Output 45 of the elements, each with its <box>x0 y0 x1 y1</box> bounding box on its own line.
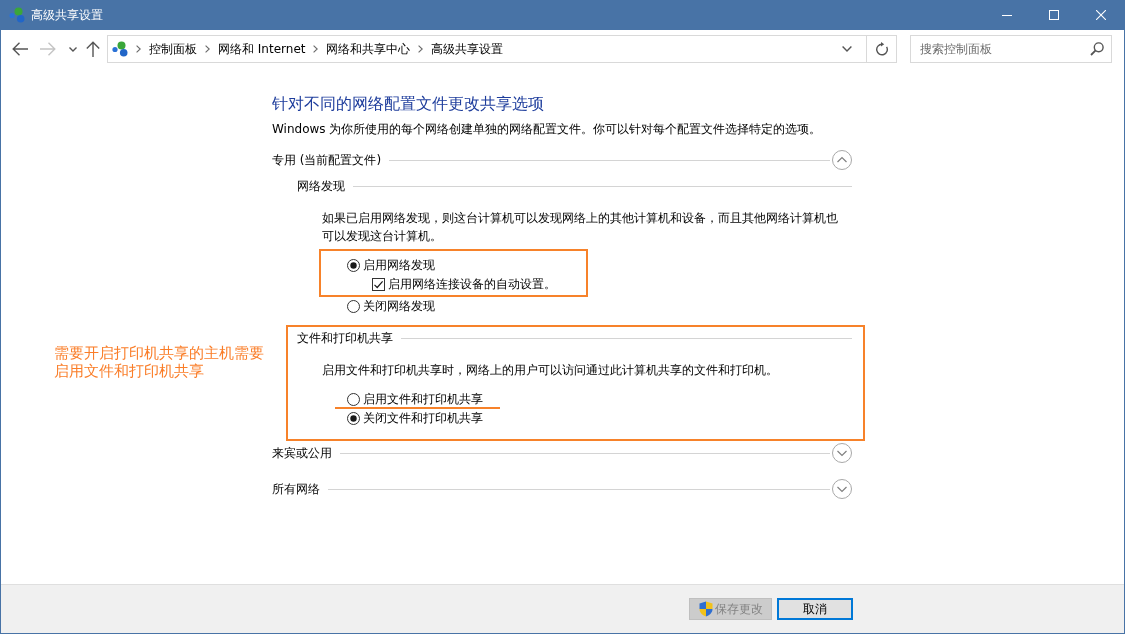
search-field[interactable]: 搜索控制面板 <box>910 35 1112 63</box>
maximize-icon[interactable] <box>1049 10 1059 20</box>
breadcrumb-item[interactable]: 高级共享设置 <box>431 40 504 58</box>
chevron-right-icon[interactable] <box>205 45 210 53</box>
chevron-right-icon[interactable] <box>418 45 424 53</box>
radio-option[interactable]: 启用文件和打印机共享 <box>347 390 483 409</box>
section-heading: 网络发现 <box>297 177 345 195</box>
radio-icon[interactable] <box>347 300 360 313</box>
profile-heading: 专用 (当前配置文件) <box>272 151 382 169</box>
radio-icon[interactable] <box>347 412 360 425</box>
radio-icon[interactable] <box>347 393 360 406</box>
radio-icon[interactable] <box>347 259 360 272</box>
network-icon <box>9 7 25 23</box>
breadcrumb-item[interactable]: 控制面板 <box>149 40 197 58</box>
network-icon <box>112 41 128 57</box>
chevron-right-icon[interactable] <box>313 45 319 53</box>
minimize-icon[interactable] <box>1002 14 1012 16</box>
chevron-right-icon[interactable] <box>136 45 141 53</box>
address-bar[interactable]: 控制面板 网络和 Internet 网络和共享中心 高级共享设置 <box>107 35 897 63</box>
radio-option[interactable]: 关闭文件和打印机共享 <box>347 409 483 428</box>
close-icon[interactable] <box>1096 10 1106 20</box>
page-heading: 针对不同的网络配置文件更改共享选项 <box>272 93 545 115</box>
up-arrow-icon[interactable] <box>86 41 100 57</box>
intro-text: Windows 为你所使用的每个网络创建单独的网络配置文件。你可以针对每个配置文件选择特定的选项。 <box>272 121 823 138</box>
chevron-up-icon[interactable] <box>832 150 852 170</box>
breadcrumb-item[interactable]: 网络和 Internet <box>218 40 306 58</box>
profile-heading: 所有网络 <box>272 480 320 498</box>
refresh-icon <box>874 42 889 56</box>
radio-option[interactable]: 关闭网络发现 <box>347 297 435 316</box>
chevron-down-icon[interactable] <box>69 46 77 52</box>
section-heading: 文件和打印机共享 <box>297 329 393 347</box>
search-icon[interactable] <box>1090 42 1104 56</box>
checkbox-icon[interactable] <box>372 278 385 291</box>
shield-icon <box>698 601 713 617</box>
breadcrumb-item[interactable]: 网络和共享中心 <box>326 40 411 58</box>
description-text: 如果已启用网络发现，则这台计算机可以发现网络上的其他计算机和设备，而且其他网络计算机也可以发现这台计算机。 <box>322 210 839 245</box>
back-arrow-icon[interactable] <box>12 42 28 56</box>
cancel-button[interactable]: 取消 <box>777 598 853 620</box>
description-text: 启用文件和打印机共享时，网络上的用户可以访问通过此计算机共享的文件和打印机。 <box>322 362 779 379</box>
profile-heading: 来宾或公用 <box>272 444 332 462</box>
radio-option[interactable]: 启用网络发现 <box>347 256 435 275</box>
checkbox-option[interactable]: 启用网络连接设备的自动设置。 <box>372 275 556 294</box>
annotation-text: 需要开启打印机共享的主机需要启用文件和打印机共享 <box>54 344 265 380</box>
chevron-down-icon[interactable] <box>842 46 852 52</box>
window-title: 高级共享设置 <box>31 6 103 24</box>
